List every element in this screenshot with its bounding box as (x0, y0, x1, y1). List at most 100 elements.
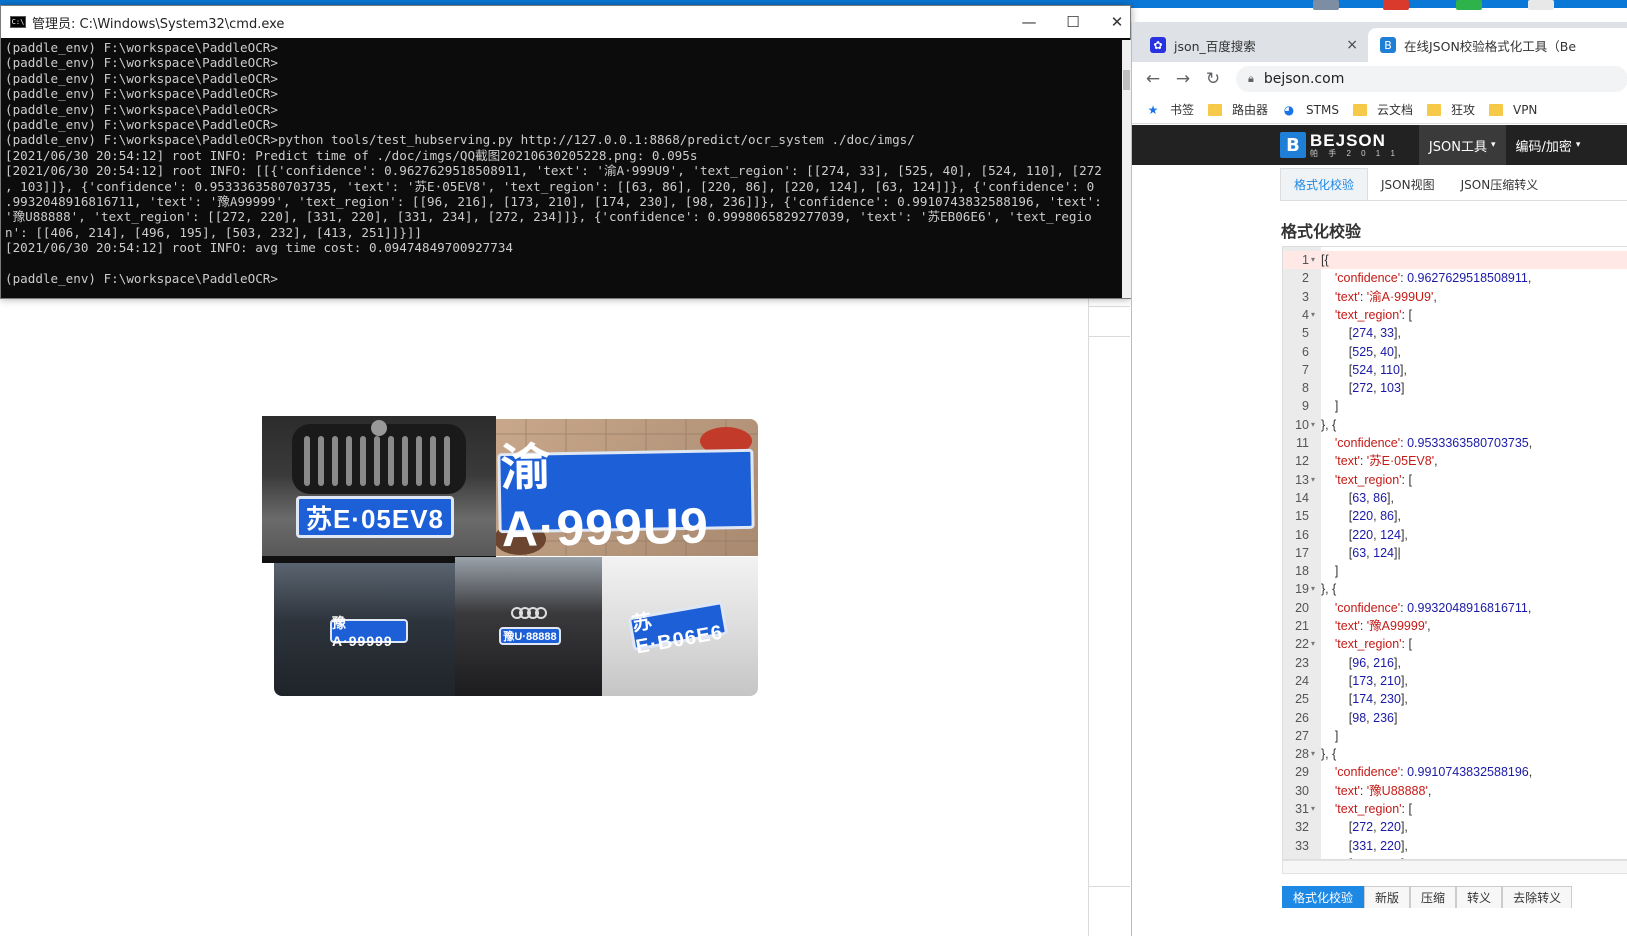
close-tab-icon[interactable]: × (1346, 37, 1358, 53)
fold-toggle-icon[interactable]: ▾ (1311, 306, 1315, 324)
editor-line[interactable]: 11 'confidence': 0.9533363580703735, (1283, 434, 1627, 452)
forward-arrow-icon[interactable]: → (1168, 69, 1198, 89)
browser-window[interactable]: ✿ json_百度搜索 × B 在线JSON校验格式化工具（Be ← → ↻ 🔒… (1131, 22, 1627, 936)
bookmark-item[interactable]: ★ 书签 (1146, 101, 1194, 118)
editor-line[interactable]: 8 [272, 103] (1283, 379, 1627, 397)
json-punct-token (1321, 308, 1335, 322)
editor-line[interactable]: 5 [274, 33], (1283, 324, 1627, 342)
bookmark-item[interactable]: ◕ STMS (1282, 103, 1339, 117)
taskbar-app-icon[interactable] (1383, 0, 1409, 10)
editor-line[interactable]: 3 'text': '渝A·999U9', (1283, 288, 1627, 306)
menu-encoding[interactable]: 编码/加密 ▾ (1506, 125, 1591, 165)
json-punct-token (1321, 637, 1335, 651)
escape-button[interactable]: 转义 (1456, 886, 1503, 908)
tab-baidu[interactable]: ✿ json_百度搜索 × (1138, 28, 1368, 62)
editor-line[interactable]: 13 ▾ 'text_region': [ (1283, 471, 1627, 489)
editor-line[interactable]: 20 'confidence': 0.9932048916816711, (1283, 599, 1627, 617)
editor-line[interactable]: 12 'text': '苏E·05EV8', (1283, 452, 1627, 470)
maximize-button[interactable]: ☐ (1050, 6, 1096, 38)
fold-toggle-icon[interactable]: ▾ (1311, 416, 1315, 434)
json-punct-token: , (1434, 454, 1438, 469)
back-arrow-icon[interactable]: ← (1138, 69, 1168, 89)
bookmark-item[interactable]: 云文档 (1352, 101, 1413, 118)
editor-line[interactable]: 31 ▾ 'text_region': [ (1283, 800, 1627, 818)
bookmark-item[interactable]: VPN (1488, 103, 1537, 117)
unescape-button[interactable]: 去除转义 (1502, 886, 1573, 908)
minimize-button[interactable]: — (1006, 6, 1052, 38)
editor-line[interactable]: 24 [173, 210], (1283, 672, 1627, 690)
compress-button[interactable]: 压缩 (1410, 886, 1457, 908)
json-number-token: 210 (1380, 673, 1401, 688)
taskbar-app-icon[interactable] (1528, 0, 1554, 10)
editor-line[interactable]: 15 [220, 86], (1283, 507, 1627, 525)
json-punct-token: : [ (1401, 637, 1412, 652)
menu-json-tools[interactable]: JSON工具 ▾ (1418, 125, 1506, 165)
editor-line[interactable]: 29 'confidence': 0.9910743832588196, (1283, 763, 1627, 781)
cmd-window[interactable]: C:\ 管理员: C:\Windows\System32\cmd.exe — ☐… (0, 5, 1131, 299)
new-version-button[interactable]: 新版 (1364, 886, 1411, 908)
json-punct-token: ] (1321, 399, 1339, 414)
editor-line[interactable]: 28 ▾}, { (1283, 745, 1627, 763)
code-text: [220, 124], (1321, 526, 1408, 544)
bookmark-item[interactable]: 狂攻 (1426, 101, 1475, 118)
editor-line[interactable]: 10 ▾}, { (1283, 416, 1627, 434)
editor-line[interactable]: 19 ▾}, { (1283, 580, 1627, 598)
editor-line[interactable]: 4 ▾ 'text_region': [ (1283, 306, 1627, 324)
json-punct-token: ] (1393, 710, 1398, 725)
reload-icon[interactable]: ↻ (1198, 69, 1228, 89)
editor-line[interactable]: 23 [96, 216], (1283, 654, 1627, 672)
taskbar-app-icon[interactable] (1456, 0, 1482, 10)
fold-toggle-icon[interactable]: ▾ (1311, 251, 1315, 269)
address-bar[interactable]: 🔒︎ bejson.com (1236, 66, 1627, 92)
scrollbar-thumb[interactable] (1123, 70, 1130, 90)
editor-line[interactable]: 26 [98, 236] (1283, 709, 1627, 727)
editor-line[interactable]: 14 [63, 86], (1283, 489, 1627, 507)
editor-line[interactable]: 33 [331, 220], (1283, 837, 1627, 855)
code-text: }, { (1321, 416, 1336, 434)
fold-toggle-icon[interactable]: ▾ (1311, 745, 1315, 763)
json-number-token: 63 (1352, 545, 1367, 560)
editor-line[interactable]: 16 [220, 124], (1283, 526, 1627, 544)
bejson-logo[interactable]: B BEJSON 帕 手 2 0 1 1 (1280, 125, 1399, 165)
editor-line[interactable]: 2 'confidence': 0.9627629518508911, (1283, 269, 1627, 287)
code-text: ] (1321, 727, 1338, 745)
cmd-output[interactable]: (paddle_env) F:\workspace\PaddleOCR> (pad… (5, 40, 1121, 298)
json-punct-token (1321, 271, 1335, 285)
fold-toggle-icon[interactable]: ▾ (1311, 800, 1315, 818)
editor-line[interactable]: 17 [63, 124]| (1283, 544, 1627, 562)
bookmark-item[interactable]: 路由器 (1208, 101, 1268, 118)
editor-line[interactable]: 25 [174, 230], (1283, 690, 1627, 708)
json-punct-token (1321, 473, 1335, 487)
editor-line[interactable]: 30 'text': '豫U88888', (1283, 782, 1627, 800)
editor-line[interactable]: 9 ] (1283, 397, 1627, 415)
fold-toggle-icon[interactable]: ▾ (1311, 580, 1315, 598)
editor-line[interactable]: 21 'text': '豫A99999', (1283, 617, 1627, 635)
code-text: ] (1321, 397, 1338, 415)
editor-line[interactable]: 22 ▾ 'text_region': [ (1283, 635, 1627, 653)
line-number: 15 (1295, 509, 1309, 524)
editor-line[interactable]: 18 ] (1283, 562, 1627, 580)
json-editor[interactable]: 1 ▾[{2 'confidence': 0.9627629518508911, 3… (1282, 246, 1627, 860)
cmd-scrollbar[interactable] (1122, 40, 1131, 298)
editor-line[interactable]: 6 [525, 40], (1283, 343, 1627, 361)
fold-toggle-icon[interactable]: ▾ (1311, 635, 1315, 653)
tab-bejson[interactable]: B 在线JSON校验格式化工具（Be (1368, 28, 1627, 62)
editor-hscrollbar[interactable] (1282, 860, 1627, 874)
editor-line[interactable]: 7 [524, 110], (1283, 361, 1627, 379)
editor-line[interactable]: 27 ] (1283, 727, 1627, 745)
editor-line[interactable]: 32 [272, 220], (1283, 818, 1627, 836)
cmd-titlebar[interactable]: C:\ 管理员: C:\Windows\System32\cmd.exe — ☐… (1, 6, 1130, 38)
car-photo-skoda: 苏E·05EV8 (262, 416, 496, 563)
subtab-format[interactable]: 格式化校验 (1280, 168, 1369, 200)
subtab-json-compress[interactable]: JSON压缩转义 (1448, 168, 1552, 200)
taskbar-app-icon[interactable] (1313, 0, 1339, 10)
json-punct-token: [ (1321, 692, 1353, 707)
editor-line[interactable]: 1 ▾ [{ (1283, 251, 1627, 270)
format-validate-button[interactable]: 格式化校验 (1282, 886, 1365, 908)
json-punct-token: ] (1400, 381, 1405, 396)
subtab-json-view[interactable]: JSON视图 (1368, 168, 1448, 200)
fold-toggle-icon[interactable]: ▾ (1311, 471, 1315, 489)
editor-button-bar: 格式化校验 新版 压缩 转义 去除转义 (1282, 886, 1627, 908)
line-number: 13 (1295, 472, 1309, 487)
json-punct-token: ], (1400, 527, 1408, 542)
